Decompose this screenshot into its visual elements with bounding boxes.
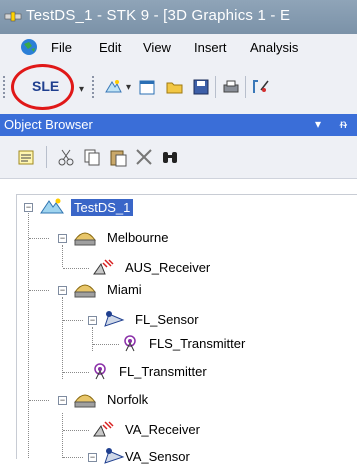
tree-line (93, 344, 119, 345)
print-icon[interactable] (222, 78, 240, 96)
tree-label: VA_Sensor (125, 449, 190, 464)
collapse-toggle[interactable]: − (58, 286, 67, 295)
globe-icon[interactable] (18, 37, 40, 57)
object-browser-toolbar (0, 136, 357, 179)
object-browser-title: Object Browser (4, 117, 93, 132)
tree-node-facility[interactable]: − Melbourne (17, 228, 357, 248)
tree-line (63, 372, 89, 373)
sensor-icon (104, 448, 125, 464)
properties-icon[interactable] (138, 78, 156, 96)
facility-icon (74, 232, 96, 246)
tree-line (29, 238, 49, 239)
collapse-toggle[interactable]: − (88, 316, 97, 325)
delete-icon[interactable] (134, 147, 154, 167)
panel-dropdown-icon[interactable]: ▾ (315, 117, 321, 131)
toolbar-overflow-icon[interactable]: ▾ (79, 84, 84, 95)
facility-icon (74, 394, 96, 408)
tree-node-facility[interactable]: − Miami (17, 280, 357, 300)
app-satellite-icon (4, 11, 22, 22)
tree-node-receiver[interactable]: AUS_Receiver (17, 258, 357, 278)
tree-node-receiver[interactable]: VA_Receiver (17, 420, 357, 440)
receiver-icon (93, 421, 114, 437)
menu-view[interactable]: View (143, 40, 171, 55)
highlight-circle (11, 64, 74, 110)
toolbar-separator-3 (245, 76, 246, 98)
collapse-toggle[interactable]: − (58, 396, 67, 405)
sensor-icon (104, 311, 125, 327)
toolbar: SLE ▾ ▾ (0, 60, 357, 114)
tree-line (63, 268, 89, 269)
tree-line (29, 290, 49, 291)
receiver-icon (93, 259, 114, 275)
toolbar-grip-icon (3, 76, 8, 98)
tree-line (63, 320, 83, 321)
open-folder-icon[interactable] (166, 78, 184, 96)
scenario-icon (40, 198, 64, 214)
menu-edit[interactable]: Edit (99, 40, 121, 55)
window-title: TestDS_1 - STK 9 - [3D Graphics 1 - E (26, 7, 291, 24)
new-scenario-icon[interactable] (104, 78, 122, 96)
new-object-icon[interactable] (16, 147, 36, 167)
toolbar-separator-2 (215, 76, 216, 98)
tree-label: Miami (107, 282, 142, 297)
new-dropdown-icon[interactable]: ▾ (126, 82, 131, 93)
menu-analysis[interactable]: Analysis (250, 40, 298, 55)
cut-icon[interactable] (56, 147, 76, 167)
toolbar-separator (92, 76, 94, 98)
tree-line (63, 430, 89, 431)
transmitter-icon (124, 335, 136, 352)
tree-label: VA_Receiver (125, 422, 200, 437)
object-browser-header: Object Browser ▾ ᵰ (0, 114, 357, 136)
panel-pin-icon[interactable]: ᵰ (340, 117, 347, 131)
tree-label: Melbourne (107, 230, 169, 245)
tree-node-transmitter[interactable]: FL_Transmitter (17, 362, 357, 382)
collapse-toggle[interactable]: − (58, 234, 67, 243)
tree-node-facility[interactable]: − Norfolk (17, 390, 357, 410)
collapse-toggle[interactable]: − (24, 203, 33, 212)
find-binoculars-icon[interactable] (160, 147, 180, 167)
save-icon[interactable] (192, 78, 210, 96)
tree-label: FL_Sensor (135, 312, 199, 327)
tree-label: AUS_Receiver (125, 260, 211, 275)
tree-node-root[interactable]: − TestDS_1 (17, 197, 357, 217)
title-bar: TestDS_1 - STK 9 - [3D Graphics 1 - E (0, 0, 357, 34)
tree-line (29, 400, 49, 401)
transmitter-icon (94, 363, 106, 380)
tree-label: Norfolk (107, 392, 149, 407)
facility-icon (74, 284, 96, 298)
report-icon[interactable] (252, 78, 270, 96)
object-tree: − TestDS_1 − Melbourne AUS_Receiver − Mi… (16, 194, 357, 464)
menu-bar: File Edit View Insert Analysis (0, 34, 357, 60)
tree-label-root: TestDS_1 (71, 199, 134, 216)
tree-label: FL_Transmitter (119, 364, 207, 379)
btnbar-separator (46, 146, 47, 168)
copy-icon[interactable] (82, 147, 102, 167)
tree-node-sensor[interactable]: − VA_Sensor (17, 447, 357, 467)
tree-node-transmitter[interactable]: FLS_Transmitter (17, 334, 357, 354)
tree-label: FLS_Transmitter (149, 336, 246, 351)
paste-icon[interactable] (108, 147, 128, 167)
menu-file[interactable]: File (51, 40, 72, 55)
menu-insert[interactable]: Insert (194, 40, 227, 55)
tree-node-sensor[interactable]: − FL_Sensor (17, 310, 357, 330)
